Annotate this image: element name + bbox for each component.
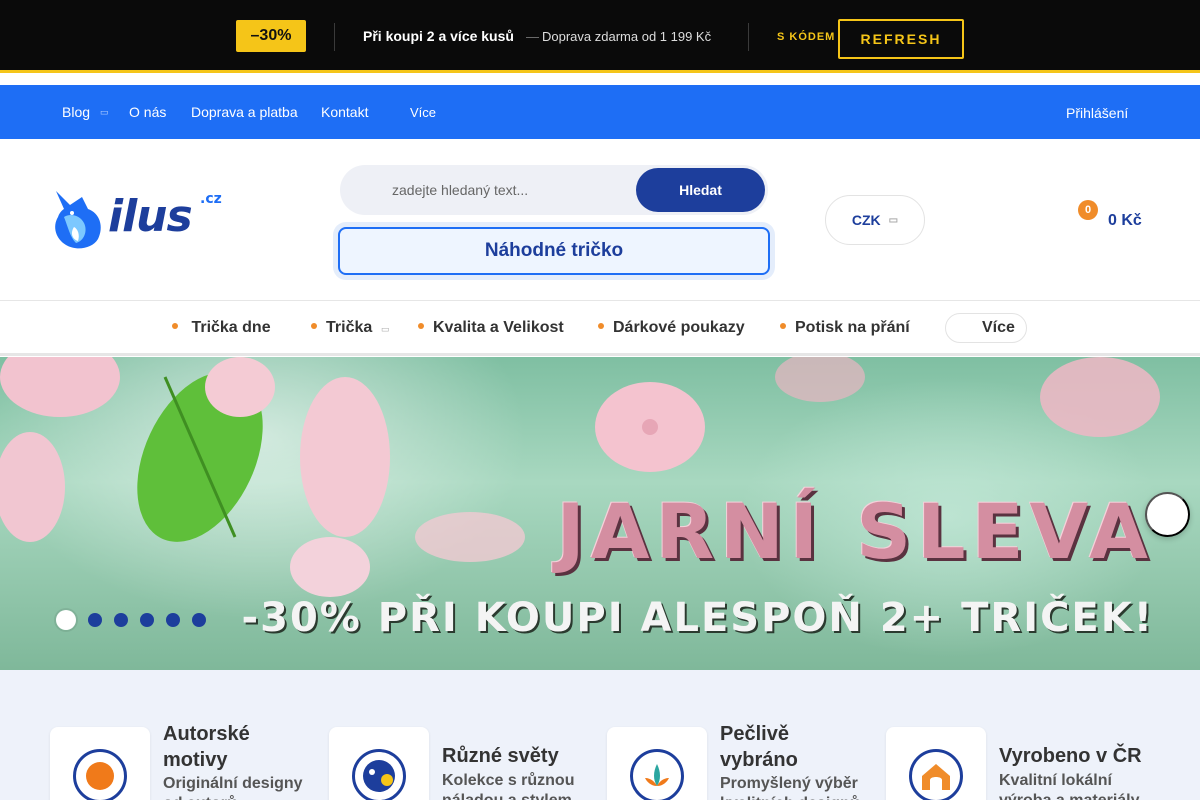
feature-title: Různé světy <box>442 745 559 767</box>
feature-desc: Promyšlený výběr kvalitních designů <box>720 775 860 800</box>
cat-more-button[interactable]: Více <box>945 313 1027 343</box>
feature-title: Pečlivě vybráno <box>720 723 798 771</box>
planets-icon <box>352 749 406 800</box>
promo-text: Při koupi 2 a více kusů <box>363 28 514 44</box>
slider-dot[interactable] <box>140 613 154 627</box>
feature-card <box>607 727 707 800</box>
slider-dot[interactable] <box>192 613 206 627</box>
slider-dot[interactable] <box>114 613 128 627</box>
logo-tld: .cz <box>200 191 222 207</box>
chevron-down-icon[interactable]: ▭ <box>381 324 390 335</box>
nav-link-shipping[interactable]: Doprava a platba <box>191 104 298 120</box>
bullet-dot <box>418 322 424 329</box>
cat-item-tshirts[interactable]: Trička <box>311 319 372 337</box>
feature-title: Autorské motivy <box>163 723 250 771</box>
divider <box>748 23 749 51</box>
bullet-dot <box>780 322 786 329</box>
search-bar: Hledat <box>340 165 768 215</box>
feature-card <box>329 727 429 800</box>
feature-desc: Kvalitní lokální výroba a materiály <box>999 772 1140 800</box>
lotus-icon <box>630 749 684 800</box>
cat-item-gift-vouchers[interactable]: Dárkové poukazy <box>598 319 745 337</box>
feature-card <box>50 727 150 800</box>
login-link[interactable]: Přihlášení <box>1066 105 1128 121</box>
logo[interactable]: ilus .cz <box>50 187 225 253</box>
nav-link-about[interactable]: O nás <box>129 104 166 120</box>
bullet-dot <box>172 322 178 329</box>
logo-text: ilus <box>108 191 193 242</box>
features-strip: Autorské motivy Originální designy od au… <box>0 670 1200 800</box>
promo-dash: — <box>526 29 539 44</box>
random-tshirt-button[interactable]: Náhodné tričko <box>338 227 770 275</box>
cat-item-tshirt-of-day[interactable]: Trička dne <box>172 319 271 337</box>
cat-item-quality[interactable]: Kvalita a Velikost <box>418 319 564 337</box>
feature-desc: Kolekce s různou náladou a stylem <box>442 772 575 800</box>
cat-label: Potisk na přání <box>795 319 910 336</box>
promo-code-button[interactable]: REFRESH <box>838 19 964 59</box>
promo-bar: –30% Při koupi 2 a více kusů — Doprava z… <box>0 0 1200 73</box>
hero-banner[interactable]: JARNÍ SLEVA -30% PŘI KOUPI ALESPOŇ 2+ TR… <box>0 357 1200 670</box>
feature-item: Pečlivě vybráno Promyšlený výběr kvalitn… <box>607 723 877 800</box>
discount-badge: –30% <box>236 20 306 52</box>
currency-value: CZK <box>851 212 881 228</box>
bullet-dot <box>598 322 604 329</box>
cat-more-label: Více <box>982 319 1015 336</box>
chevron-down-icon: ▭ <box>888 214 899 226</box>
bullet-dot <box>311 322 317 329</box>
cat-item-custom-print[interactable]: Potisk na přání <box>780 319 910 337</box>
site-header: ilus .cz Hledat Náhodné tričko CZK ▭ 0 0… <box>0 139 1200 301</box>
sun-icon <box>73 749 127 800</box>
feature-item: Různé světy Kolekce s různou náladou a s… <box>329 727 599 800</box>
fox-logo-icon <box>55 191 101 249</box>
currency-select[interactable]: CZK ▭ <box>825 195 925 245</box>
search-button[interactable]: Hledat <box>636 168 765 212</box>
shipping-text: Doprava zdarma od 1 199 Kč <box>542 29 712 44</box>
nav-link-blog[interactable]: Blog <box>62 104 90 120</box>
code-label: S KÓDEM <box>777 31 836 43</box>
nav-link-contact[interactable]: Kontakt <box>321 104 368 120</box>
slider-next-button[interactable] <box>1145 492 1190 537</box>
divider <box>334 23 335 51</box>
feature-card <box>886 727 986 800</box>
slider-dot[interactable] <box>166 613 180 627</box>
hero-title: JARNÍ SLEVA <box>556 487 1154 576</box>
slider-dot[interactable] <box>88 613 102 627</box>
feature-item: Autorské motivy Originální designy od au… <box>50 723 320 800</box>
hero-subtitle: -30% PŘI KOUPI ALESPOŇ 2+ TRIČEK! <box>241 595 1154 641</box>
cat-label: Dárkové poukazy <box>613 319 745 336</box>
category-nav: Trička dne Trička ▭ Kvalita a Velikost D… <box>0 301 1200 356</box>
cart-count-badge: 0 <box>1078 200 1098 220</box>
top-nav: Blog ▭ O nás Doprava a platba Kontakt Ví… <box>0 85 1200 139</box>
nav-more[interactable]: Více <box>410 105 436 120</box>
cat-label: Kvalita a Velikost <box>433 319 564 336</box>
feature-desc: Originální designy od autorů <box>163 775 303 800</box>
feature-item: Vyrobeno v ČR Kvalitní lokální výroba a … <box>886 727 1156 800</box>
slider-dot[interactable] <box>56 610 76 630</box>
cat-label: Trička dne <box>187 319 271 336</box>
search-input[interactable] <box>392 175 632 205</box>
chevron-down-icon[interactable]: ▭ <box>100 107 109 118</box>
cat-label: Trička <box>326 319 373 336</box>
house-icon <box>909 749 963 800</box>
cart-total[interactable]: 0 Kč <box>1108 212 1142 230</box>
feature-title: Vyrobeno v ČR <box>999 745 1142 767</box>
